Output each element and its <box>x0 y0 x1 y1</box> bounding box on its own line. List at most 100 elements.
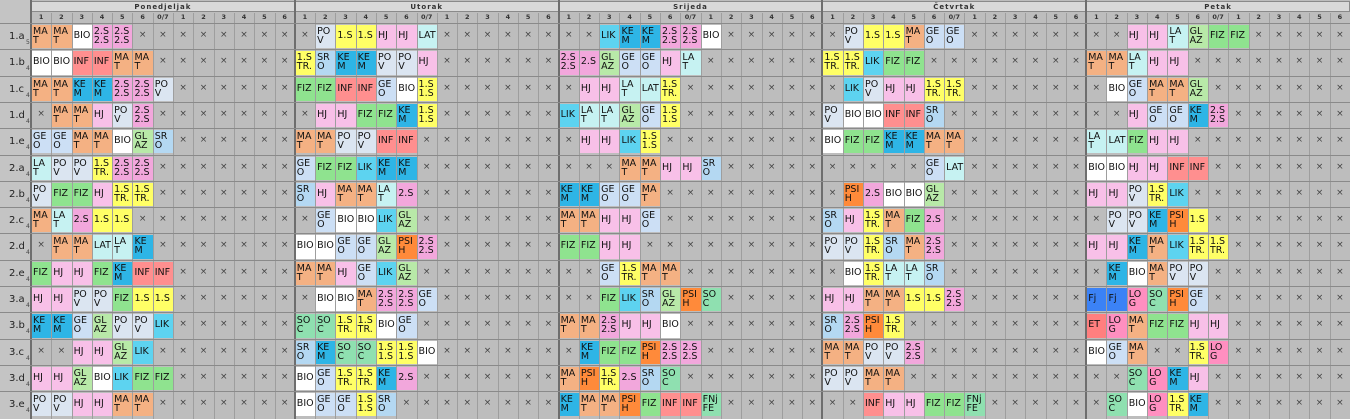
lesson-cell[interactable]: LAT <box>1087 130 1107 154</box>
lesson-cell[interactable]: MA T <box>640 156 661 180</box>
lesson-cell[interactable]: MA T <box>579 209 600 233</box>
lesson-cell[interactable]: GL AZ <box>397 261 417 285</box>
lesson-cell[interactable]: HJ <box>32 288 52 312</box>
lesson-cell[interactable]: PO V <box>376 51 397 75</box>
lesson-cell[interactable]: LIK <box>600 25 620 49</box>
lesson-cell[interactable]: 2.S <box>397 366 417 391</box>
lesson-cell[interactable]: 1.S TR. <box>863 261 884 285</box>
lesson-cell[interactable]: PO V <box>72 156 92 180</box>
lesson-cell[interactable]: SR O <box>295 340 316 364</box>
lesson-cell[interactable]: PO V <box>843 25 863 49</box>
lesson-cell[interactable]: MA T <box>924 130 945 154</box>
lesson-cell[interactable]: 1.S TR. <box>600 366 620 391</box>
lesson-cell[interactable]: GL AZ <box>924 182 945 207</box>
lesson-cell[interactable]: HJ <box>1087 235 1107 259</box>
lesson-cell[interactable]: PO V <box>72 288 92 312</box>
lesson-cell[interactable]: HJ <box>72 261 92 285</box>
lesson-cell[interactable]: GE O <box>417 288 437 312</box>
lesson-cell[interactable]: PO V <box>884 340 904 364</box>
lesson-cell[interactable]: KE M <box>397 156 417 180</box>
lesson-cell[interactable]: PO V <box>113 314 133 338</box>
lesson-cell[interactable]: KE M <box>113 261 133 285</box>
lesson-cell[interactable]: FIZ <box>600 288 620 312</box>
lesson-cell[interactable]: PSI H <box>640 340 661 364</box>
lesson-cell[interactable]: GE O <box>924 156 945 180</box>
lesson-cell[interactable]: INF <box>681 393 701 417</box>
lesson-cell[interactable]: GE O <box>316 393 336 417</box>
lesson-cell[interactable]: HJ <box>600 209 620 233</box>
lesson-cell[interactable]: 1.S TR. <box>1188 340 1208 364</box>
lesson-cell[interactable]: PO V <box>356 130 376 154</box>
lesson-cell[interactable]: PSI H <box>579 366 600 391</box>
lesson-cell[interactable]: HJ <box>600 130 620 154</box>
lesson-cell[interactable]: 1.S TR. <box>1168 393 1188 417</box>
lesson-cell[interactable]: MA T <box>133 393 153 417</box>
lesson-cell[interactable]: PO V <box>153 77 174 101</box>
lesson-cell[interactable]: LIK <box>1168 235 1188 259</box>
lesson-cell[interactable]: 1.S <box>863 25 884 49</box>
lesson-cell[interactable]: 1.S TR. <box>863 235 884 259</box>
lesson-cell[interactable]: BIO <box>376 314 397 338</box>
lesson-cell[interactable]: SR O <box>823 209 843 233</box>
lesson-cell[interactable]: GL AZ <box>397 209 417 233</box>
lesson-cell[interactable]: PSI H <box>1168 209 1188 233</box>
lesson-cell[interactable]: BIO <box>92 366 113 391</box>
lesson-cell[interactable]: HJ <box>1208 314 1229 338</box>
lesson-cell[interactable]: KE M <box>1168 366 1188 391</box>
lesson-cell[interactable]: FNj FE <box>701 393 721 417</box>
lesson-cell[interactable]: 1.S TR. <box>336 366 356 391</box>
lesson-cell[interactable]: MA T <box>1168 77 1188 101</box>
lesson-cell[interactable]: FIZ <box>843 130 863 154</box>
lesson-cell[interactable]: HJ <box>1127 25 1148 49</box>
lesson-cell[interactable]: SO C <box>336 340 356 364</box>
lesson-cell[interactable]: 1.S TR. <box>356 366 376 391</box>
lesson-cell[interactable]: 1.S TR. <box>295 51 316 75</box>
lesson-cell[interactable]: HJ <box>336 261 356 285</box>
lesson-cell[interactable]: KE M <box>884 130 904 154</box>
lesson-cell[interactable]: PO V <box>397 51 417 75</box>
lesson-cell[interactable]: HJ <box>579 77 600 101</box>
lesson-cell[interactable]: INF <box>336 77 356 101</box>
lesson-cell[interactable]: HJ <box>1127 156 1148 180</box>
lesson-cell[interactable]: INF <box>133 261 153 285</box>
lesson-cell[interactable]: BIO <box>661 314 681 338</box>
lesson-cell[interactable]: MA T <box>52 235 72 259</box>
lesson-cell[interactable]: PO V <box>1127 209 1148 233</box>
lesson-cell[interactable]: INF <box>92 51 113 75</box>
lesson-cell[interactable]: FIZ <box>72 182 92 207</box>
lesson-cell[interactable]: GE O <box>640 51 661 75</box>
lesson-cell[interactable]: MA T <box>295 130 316 154</box>
lesson-cell[interactable]: SR O <box>316 51 336 75</box>
lesson-cell[interactable]: MA T <box>1148 235 1168 259</box>
lesson-cell[interactable]: HJ <box>620 209 640 233</box>
lesson-cell[interactable]: HJ <box>92 103 113 128</box>
lesson-cell[interactable]: SR O <box>924 103 945 128</box>
lesson-cell[interactable]: 1.S TR. <box>92 156 113 180</box>
lesson-cell[interactable]: 2.S 2.S <box>133 77 153 101</box>
lesson-cell[interactable]: PO V <box>1107 209 1127 233</box>
lesson-cell[interactable]: MA T <box>640 182 661 207</box>
lesson-cell[interactable]: HJ <box>417 51 437 75</box>
lesson-cell[interactable]: SO C <box>661 366 681 391</box>
lesson-cell[interactable]: 2.S 2.S <box>92 25 113 49</box>
lesson-cell[interactable]: PO V <box>316 25 336 49</box>
lesson-cell[interactable]: MA T <box>92 130 113 154</box>
lesson-cell[interactable]: 1.S TR. <box>1148 182 1168 207</box>
lesson-cell[interactable]: BIO <box>1087 340 1107 364</box>
lesson-cell[interactable]: 2.S 2.S <box>661 25 681 49</box>
lesson-cell[interactable]: GE O <box>376 77 397 101</box>
lesson-cell[interactable]: BIO <box>1087 156 1107 180</box>
lesson-cell[interactable]: 2.S 2.S <box>661 340 681 364</box>
lesson-cell[interactable]: MA T <box>1148 77 1168 101</box>
lesson-cell[interactable]: GE O <box>32 130 52 154</box>
lesson-cell[interactable]: 1.S 1.S <box>417 77 437 101</box>
lesson-cell[interactable]: KE M <box>72 77 92 101</box>
lesson-cell[interactable]: GE O <box>640 103 661 128</box>
lesson-cell[interactable]: KE M <box>397 103 417 128</box>
lesson-cell[interactable]: PO V <box>863 77 884 101</box>
lesson-cell[interactable]: LAT <box>579 103 600 128</box>
lesson-cell[interactable]: FNj FE <box>965 393 985 417</box>
lesson-cell[interactable]: SO C <box>1127 366 1148 391</box>
lesson-cell[interactable]: MA T <box>113 393 133 417</box>
lesson-cell[interactable]: HJ <box>1168 51 1188 75</box>
